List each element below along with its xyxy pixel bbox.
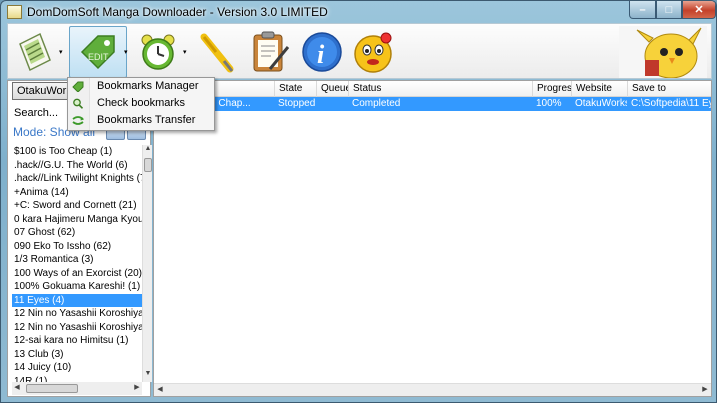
col-header-state[interactable]: State xyxy=(274,81,316,97)
menu-item-label: Bookmarks Manager xyxy=(97,80,199,92)
queue-hscrollbar[interactable]: ◀ ▶ xyxy=(154,383,711,396)
info-icon: i xyxy=(302,32,342,72)
help-button[interactable] xyxy=(348,26,398,78)
about-button[interactable]: i xyxy=(298,26,346,78)
screwdriver-icon xyxy=(200,33,234,73)
list-item[interactable]: 090 Eko To Issho (62) xyxy=(12,240,142,254)
list-item[interactable]: 07 Ghost (62) xyxy=(12,226,142,240)
col-header-queue[interactable]: Queue xyxy=(316,81,348,97)
menu-item-label: Bookmarks Transfer xyxy=(97,114,196,126)
cell-save-to: C:\Softpedia\11 Eyes xyxy=(631,98,711,109)
toolbar: ▾ EDIT ▾ ▾ i xyxy=(7,23,712,79)
scroll-right-arrow[interactable]: ▶ xyxy=(132,383,142,391)
list-item[interactable]: 1/3 Romantica (3) xyxy=(12,253,142,267)
manga-list-hscrollbar[interactable]: ◀ ▶ xyxy=(12,382,142,395)
list-item[interactable]: .hack//Link Twilight Knights (7) xyxy=(12,172,142,186)
queue-scroll-left-arrow[interactable]: ◀ xyxy=(154,385,166,393)
list-item[interactable]: +C: Sword and Cornett (21) xyxy=(12,199,142,213)
settings-button[interactable] xyxy=(192,26,242,78)
scroll-down-arrow[interactable]: ▼ xyxy=(143,370,153,381)
table-row[interactable]: 11 Eyes #01. Chap... Stopped Completed 1… xyxy=(154,97,711,111)
cell-status: Completed xyxy=(352,98,401,109)
menu-item-bookmarks-transfer[interactable]: Bookmarks Transfer xyxy=(68,112,214,129)
svg-text:EDIT: EDIT xyxy=(88,52,109,62)
col-header-save-to[interactable]: Save to xyxy=(627,81,711,97)
alarm-clock-icon xyxy=(141,34,175,70)
bookmark-tag-icon: EDIT xyxy=(80,35,115,70)
search-bookmark-icon xyxy=(73,98,84,109)
scroll-thumb[interactable] xyxy=(144,158,152,172)
list-item[interactable]: 12 Nin no Yasashii Koroshiya - Le xyxy=(12,307,142,321)
bookmarks-dropdown-arrow[interactable]: ▾ xyxy=(124,48,128,56)
list-item[interactable]: .hack//G.U. The World (6) xyxy=(12,159,142,173)
list-item[interactable]: 14R (1) xyxy=(12,375,142,383)
manga-list[interactable]: $100 is Too Cheap (1) .hack//G.U. The Wor… xyxy=(12,145,142,382)
download-queue-panel: Name State Queue Status Progress Website… xyxy=(153,80,712,397)
scroll-up-arrow[interactable]: ▲ xyxy=(143,145,153,156)
menu-item-bookmarks-manager[interactable]: Bookmarks Manager xyxy=(68,78,214,95)
new-download-button[interactable] xyxy=(12,26,56,78)
window-title: DomDomSoft Manga Downloader - Version 3.… xyxy=(27,5,328,19)
cell-progress: 100% xyxy=(536,98,562,109)
bookmarks-button[interactable]: EDIT xyxy=(69,26,127,78)
new-download-dropdown-arrow[interactable]: ▾ xyxy=(59,48,63,56)
website-select[interactable]: OtakuWorks xyxy=(12,82,72,100)
list-item[interactable]: 100 Ways of an Exorcist (20) xyxy=(12,267,142,281)
document-icon xyxy=(19,32,51,72)
list-item[interactable]: $100 is Too Cheap (1) xyxy=(12,145,142,159)
cell-website: OtakuWorks xyxy=(575,98,627,109)
list-item[interactable]: 100% Gokuama Kareshi! (1) xyxy=(12,280,142,294)
menu-item-check-bookmarks[interactable]: Check bookmarks xyxy=(68,95,214,112)
col-header-status[interactable]: Status xyxy=(348,81,532,97)
cell-state: Stopped xyxy=(278,98,316,109)
schedule-button[interactable] xyxy=(136,26,180,78)
log-button[interactable] xyxy=(246,26,294,78)
transfer-icon xyxy=(72,116,84,125)
mascot-image xyxy=(619,26,707,78)
list-item[interactable]: +Anima (14) xyxy=(12,186,142,200)
col-header-website[interactable]: Website xyxy=(571,81,627,97)
app-icon xyxy=(7,5,22,19)
list-item[interactable]: 11 Eyes (4) xyxy=(12,293,142,307)
list-item[interactable]: 12 Nin no Yasashii Koroshiya - Le xyxy=(12,321,142,335)
col-header-progress[interactable]: Progress xyxy=(532,81,571,97)
schedule-dropdown-arrow[interactable]: ▾ xyxy=(183,48,187,56)
list-item[interactable]: 13 Club (3) xyxy=(12,348,142,362)
bookmarks-dropdown-menu: Bookmarks Manager Check bookmarks Bookma… xyxy=(67,77,215,131)
manga-list-vscrollbar[interactable]: ▲ ▼ xyxy=(142,145,152,382)
svg-text:i: i xyxy=(317,40,325,69)
table-header: Name State Queue Status Progress Website… xyxy=(154,81,711,97)
maximize-button[interactable]: □ xyxy=(656,1,682,19)
list-item[interactable]: 0 kara Hajimeru Manga Kyoushitsu xyxy=(12,213,142,227)
title-bar: DomDomSoft Manga Downloader - Version 3.… xyxy=(1,1,716,23)
bookmark-manager-icon xyxy=(72,81,84,92)
minimize-button[interactable]: – xyxy=(629,1,656,19)
menu-item-label: Check bookmarks xyxy=(97,97,186,109)
queue-scroll-right-arrow[interactable]: ▶ xyxy=(699,385,711,393)
scroll-left-arrow[interactable]: ◀ xyxy=(12,383,22,391)
smiley-icon xyxy=(354,32,392,73)
hscroll-thumb[interactable] xyxy=(26,384,78,393)
list-item[interactable]: 12-sai kara no Himitsu (1) xyxy=(12,334,142,348)
app-window: DomDomSoft Manga Downloader - Version 3.… xyxy=(0,0,717,403)
clipboard-edit-icon xyxy=(253,31,290,72)
list-item[interactable]: 14 Juicy (10) xyxy=(12,361,142,375)
cell-queue xyxy=(316,97,348,111)
close-button[interactable]: ✕ xyxy=(682,1,716,19)
